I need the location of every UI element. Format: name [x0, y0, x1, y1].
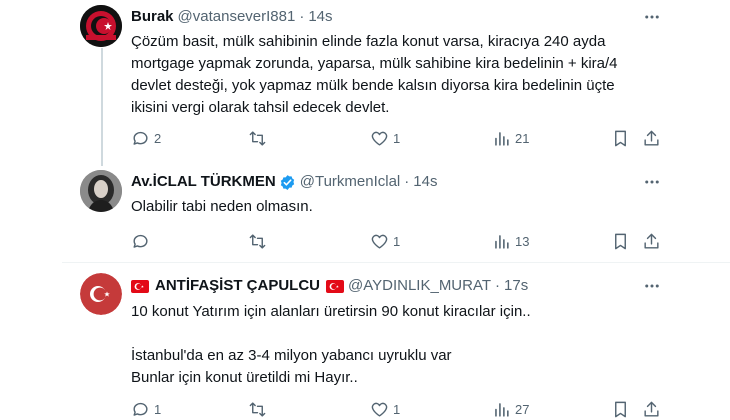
analytics-icon [495, 234, 509, 249]
tweet-burak[interactable]: Burak @vatanseverI881 · 14s Çözüm basit,… [0, 0, 730, 160]
user-handle[interactable]: @vatanseverI881 [178, 7, 296, 27]
like-button[interactable]: 1 [370, 127, 400, 149]
more-options-icon[interactable] [642, 7, 662, 27]
tweet-text-line: 10 konut Yatırım için alanları üretirsin… [131, 303, 531, 320]
share-icon [644, 401, 659, 417]
share-icon [644, 233, 659, 249]
reply-icon [133, 402, 148, 416]
reply-button[interactable] [131, 230, 154, 252]
tweet-text: 10 konut Yatırım için alanları üretirsin… [131, 301, 641, 389]
tweet-text-line: ikisini vergi olarak tahsil edecek devle… [131, 99, 390, 116]
share-button[interactable] [642, 398, 661, 420]
share-icon [644, 130, 659, 146]
bookmark-icon [615, 233, 626, 249]
reply-icon [133, 131, 148, 145]
tweet-actions: 1 1 27 [0, 398, 730, 420]
reply-button[interactable]: 1 [131, 398, 161, 420]
avatar-capulcu[interactable] [80, 273, 122, 315]
tweet-actions: 2 1 21 [0, 127, 730, 149]
reply-button[interactable]: 2 [131, 127, 161, 149]
views-button[interactable]: 21 [492, 127, 529, 149]
tweet-text-line: Bunlar için konut üretildi mi Hayır.. [131, 369, 358, 386]
tweet-header: ANTİFAŞİST ÇAPULCU @AYDINLIK_MURAT · 17s [131, 276, 528, 296]
tweet-capulcu[interactable]: ANTİFAŞİST ÇAPULCU @AYDINLIK_MURAT · 17s… [0, 263, 730, 420]
tweet-text: Olabilir tabi neden olmasın. [131, 196, 641, 218]
bookmark-icon [615, 401, 626, 417]
tweet-actions: 1 13 [0, 230, 730, 252]
like-count: 1 [393, 130, 401, 146]
separator-dot: · [404, 173, 410, 190]
share-button[interactable] [642, 230, 661, 252]
heart-icon [371, 131, 388, 146]
turkey-flag-icon [131, 279, 149, 293]
bookmark-button[interactable] [611, 230, 630, 252]
emblem-avatar-icon [80, 5, 122, 47]
tweet-header: Burak @vatanseverI881 · 14s [131, 7, 333, 27]
separator-dot: · [495, 277, 501, 294]
verified-badge-icon [279, 174, 296, 191]
display-name[interactable]: ANTİFAŞİST ÇAPULCU [155, 276, 320, 296]
display-name[interactable]: Burak [131, 7, 174, 27]
view-count: 21 [515, 130, 530, 146]
bookmark-button[interactable] [611, 127, 630, 149]
retweet-icon [249, 401, 266, 417]
retweet-button[interactable] [248, 398, 271, 420]
views-button[interactable]: 27 [492, 398, 529, 420]
view-count: 13 [515, 233, 530, 249]
heart-icon [371, 402, 388, 417]
avatar-iclal[interactable] [80, 170, 122, 212]
display-name[interactable]: Av.İCLAL TÜRKMEN [131, 172, 276, 192]
reply-count: 1 [154, 401, 162, 417]
retweet-button[interactable] [248, 230, 271, 252]
share-button[interactable] [642, 127, 661, 149]
tweet-text-line: İstanbul'da en az 3-4 milyon yabancı uyr… [131, 347, 452, 364]
retweet-icon [249, 233, 266, 249]
more-options-icon[interactable] [642, 276, 662, 296]
turkey-flag-icon [326, 279, 344, 293]
tweet-header: Av.İCLAL TÜRKMEN @TurkmenIclal · 14s [131, 172, 437, 192]
timestamp[interactable]: 17s [504, 276, 528, 296]
tweet-text-line: Çözüm basit, mülk sahibinin elinde fazla… [131, 33, 606, 50]
more-options-icon[interactable] [642, 172, 662, 192]
tweet-text: Çözüm basit, mülk sahibinin elinde fazla… [131, 31, 641, 119]
like-count: 1 [393, 401, 401, 417]
avatar-burak[interactable] [80, 5, 122, 47]
tweet-text-line: mortgage yapmak zorunda, yaparsa, mülk s… [131, 55, 618, 72]
like-button[interactable]: 1 [370, 230, 400, 252]
like-count: 1 [393, 233, 401, 249]
view-count: 27 [515, 401, 530, 417]
like-button[interactable]: 1 [370, 398, 400, 420]
reply-count: 2 [154, 130, 162, 146]
views-button[interactable]: 13 [492, 230, 529, 252]
bookmark-icon [615, 130, 626, 146]
timestamp[interactable]: 14s [308, 7, 332, 27]
reply-icon [133, 234, 148, 248]
user-handle[interactable]: @AYDINLIK_MURAT [348, 276, 491, 296]
tweet-text-line: devlet desteği, yok yapmaz mülk bende ka… [131, 77, 615, 94]
retweet-icon [249, 130, 266, 146]
analytics-icon [495, 131, 509, 146]
bookmark-button[interactable] [611, 398, 630, 420]
user-handle[interactable]: @TurkmenIclal [300, 172, 401, 192]
profile-photo-icon [80, 170, 122, 212]
tweet-text-line: Olabilir tabi neden olmasın. [131, 198, 313, 215]
retweet-button[interactable] [248, 127, 271, 149]
timestamp[interactable]: 14s [413, 172, 437, 192]
tweet-iclal[interactable]: Av.İCLAL TÜRKMEN @TurkmenIclal · 14s Ola… [0, 160, 730, 262]
analytics-icon [495, 402, 509, 417]
turkish-flag-avatar-icon [80, 273, 122, 315]
heart-icon [371, 234, 388, 249]
separator-dot: · [299, 8, 305, 25]
